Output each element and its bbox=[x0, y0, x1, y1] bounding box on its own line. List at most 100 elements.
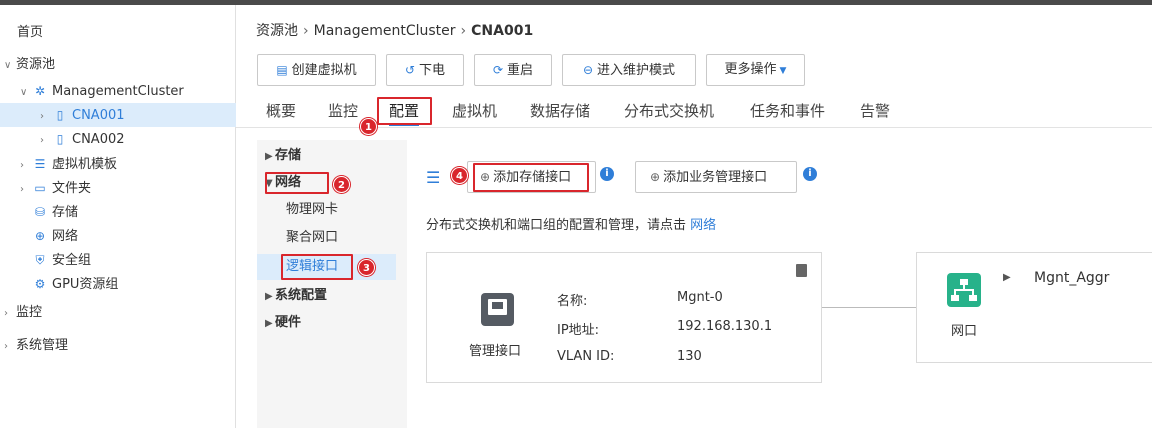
breadcrumb-separator: › bbox=[303, 23, 309, 39]
config-item-physical-nic[interactable]: 物理网卡 bbox=[257, 197, 396, 223]
chevron-right-icon[interactable]: › bbox=[40, 105, 52, 129]
tree-item-gpu-group[interactable]: ⚙ GPU资源组 bbox=[32, 272, 119, 296]
tree-item-system-management[interactable]: › 系统管理 bbox=[4, 334, 68, 358]
power-off-button[interactable]: ↺ 下电 bbox=[386, 54, 464, 86]
annotation-badge: 1 bbox=[360, 118, 377, 135]
create-vm-button[interactable]: ▤ 创建虚拟机 bbox=[257, 54, 376, 86]
triangle-right-icon[interactable]: ▶ bbox=[1003, 272, 1011, 283]
name-value: Mgnt-0 bbox=[677, 290, 723, 305]
tree-item-resource-pool[interactable]: ∨ 资源池 bbox=[4, 53, 55, 77]
tree-item-label: GPU资源组 bbox=[52, 277, 119, 292]
chevron-right-icon[interactable]: › bbox=[20, 154, 32, 178]
chevron-right-icon[interactable]: › bbox=[4, 335, 16, 359]
tree-item-label: 文件夹 bbox=[52, 181, 92, 196]
breadcrumb-current: CNA001 bbox=[471, 23, 534, 39]
power-off-icon: ↺ bbox=[404, 63, 416, 77]
document-search-icon[interactable] bbox=[796, 264, 807, 277]
annotation-badge: 3 bbox=[358, 259, 375, 276]
content-gutter bbox=[396, 140, 407, 428]
restart-icon: ⟳ bbox=[492, 63, 504, 77]
config-group-storage[interactable]: ▶ 存储 bbox=[257, 143, 396, 169]
chevron-right-icon[interactable]: › bbox=[20, 178, 32, 202]
tree-item-home[interactable]: 首页 bbox=[17, 21, 43, 45]
description-body: 分布式交换机和端口组的配置和管理，请点击 bbox=[426, 218, 687, 233]
tree-item-label: ManagementCluster bbox=[52, 84, 184, 99]
tree-item-label: 监控 bbox=[16, 305, 43, 320]
connector-line bbox=[822, 307, 917, 308]
plus-circle-icon: ⊕ bbox=[650, 170, 661, 184]
database-icon: ⛁ bbox=[34, 205, 46, 219]
chevron-down-icon[interactable]: ∨ bbox=[20, 81, 32, 105]
tab-datastores[interactable]: 数据存储 bbox=[530, 96, 590, 126]
annotation-badge: 2 bbox=[333, 176, 350, 193]
cluster-icon: ✲ bbox=[34, 84, 46, 98]
add-mgmt-interface-button[interactable]: ⊕ 添加业务管理接口 bbox=[635, 161, 797, 193]
tree-item-vm-templates[interactable]: › ☰ 虚拟机模板 bbox=[20, 152, 117, 176]
tree-item-label: CNA001 bbox=[72, 108, 125, 123]
annotation-box bbox=[281, 254, 353, 280]
tree-item-network[interactable]: ⊕ 网络 bbox=[32, 224, 78, 248]
tree-item-label: 资源池 bbox=[16, 57, 56, 72]
folder-icon: ▭ bbox=[34, 181, 46, 195]
ip-value: 192.168.130.1 bbox=[677, 319, 773, 334]
more-actions-button[interactable]: 更多操作 ▼ bbox=[706, 54, 805, 86]
network-topology-icon bbox=[947, 273, 981, 307]
enter-icon: ⊖ bbox=[582, 63, 594, 77]
name-label: 名称: bbox=[557, 294, 588, 309]
more-actions-label: 更多操作 bbox=[724, 62, 777, 77]
network-link[interactable]: 网络 bbox=[690, 218, 716, 233]
vm-icon: ▤ bbox=[276, 63, 288, 77]
tree-item-label: 安全组 bbox=[52, 253, 92, 268]
tree-item-label: 系统管理 bbox=[16, 338, 69, 353]
tree-item-cluster[interactable]: ∨ ✲ ManagementCluster bbox=[20, 79, 184, 103]
tab-vms[interactable]: 虚拟机 bbox=[452, 96, 497, 126]
maintenance-mode-button[interactable]: ⊖ 进入维护模式 bbox=[562, 54, 696, 86]
add-mgmt-interface-label: 添加业务管理接口 bbox=[663, 170, 768, 185]
tree-item-label: 首页 bbox=[17, 25, 44, 40]
ethernet-port-icon bbox=[481, 293, 514, 326]
breadcrumb-root[interactable]: 资源池 bbox=[256, 23, 298, 39]
annotation-box bbox=[473, 163, 589, 192]
triangle-right-icon: ▶ bbox=[265, 318, 273, 329]
annotation-box bbox=[265, 172, 329, 194]
chevron-right-icon[interactable]: › bbox=[4, 302, 16, 326]
tab-tasks-events[interactable]: 任务和事件 bbox=[750, 96, 825, 126]
breadcrumb-cluster[interactable]: ManagementCluster bbox=[314, 23, 456, 39]
ip-label: IP地址: bbox=[557, 323, 600, 338]
tree-item-security-group[interactable]: ⛨ 安全组 bbox=[32, 248, 91, 272]
template-icon: ☰ bbox=[34, 157, 46, 171]
tree-item-monitor[interactable]: › 监控 bbox=[4, 301, 42, 325]
host-icon: ▯ bbox=[56, 132, 64, 146]
navigation-tree: 首页 ∨ 资源池 ∨ ✲ ManagementCluster › ▯ CNA001 › ▯ C… bbox=[0, 5, 236, 428]
annotation-badge: 4 bbox=[451, 167, 468, 184]
port-card[interactable] bbox=[916, 252, 1152, 363]
tree-item-storage[interactable]: ⛁ 存储 bbox=[32, 200, 78, 224]
port-name: Mgnt_Aggr bbox=[1034, 270, 1110, 286]
tab-alarms[interactable]: 告警 bbox=[860, 96, 890, 126]
breadcrumb: 资源池 › ManagementCluster › CNA001 bbox=[256, 20, 533, 40]
info-icon[interactable]: i bbox=[600, 167, 614, 181]
config-group-system[interactable]: ▶ 系统配置 bbox=[257, 283, 396, 309]
caret-down-icon: ▼ bbox=[779, 66, 787, 76]
description-text: 分布式交换机和端口组的配置和管理，请点击 网络 bbox=[426, 214, 716, 233]
tab-monitor[interactable]: 监控 bbox=[328, 96, 358, 126]
tree-item-folder[interactable]: › ▭ 文件夹 bbox=[20, 176, 91, 200]
tab-summary[interactable]: 概要 bbox=[266, 96, 296, 126]
config-group-hardware[interactable]: ▶ 硬件 bbox=[257, 310, 396, 336]
tree-item-label: CNA002 bbox=[72, 132, 125, 147]
tab-dvswitch[interactable]: 分布式交换机 bbox=[624, 96, 714, 126]
list-view-icon[interactable]: ☰ bbox=[426, 168, 440, 187]
chevron-down-icon[interactable]: ∨ bbox=[4, 54, 16, 78]
maintenance-label: 进入维护模式 bbox=[597, 63, 676, 78]
restart-button[interactable]: ⟳ 重启 bbox=[474, 54, 552, 86]
interface-type-label: 管理接口 bbox=[469, 344, 522, 359]
tree-item-label: 存储 bbox=[52, 205, 79, 220]
info-icon[interactable]: i bbox=[803, 167, 817, 181]
tree-item-label: 网络 bbox=[52, 229, 79, 244]
tree-item-cna001[interactable]: › ▯ CNA001 bbox=[40, 103, 125, 127]
tree-item-cna002[interactable]: › ▯ CNA002 bbox=[40, 127, 125, 151]
create-vm-label: 创建虚拟机 bbox=[291, 63, 357, 78]
chevron-right-icon[interactable]: › bbox=[40, 129, 52, 153]
config-item-aggregate-port[interactable]: 聚合网口 bbox=[257, 225, 396, 251]
globe-icon: ⊕ bbox=[34, 229, 46, 243]
